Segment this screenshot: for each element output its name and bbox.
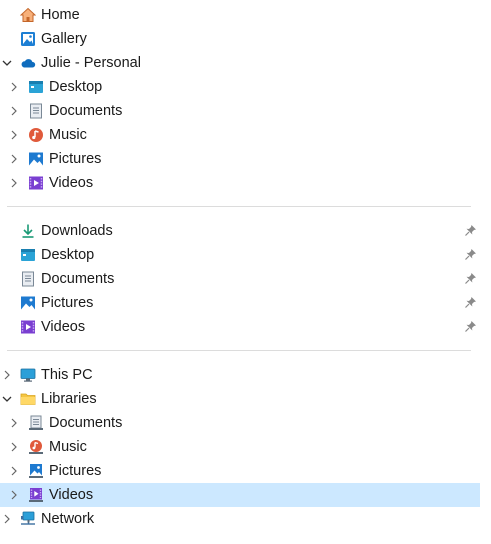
chevron-right-icon[interactable] [7, 416, 21, 430]
quick-access-documents[interactable]: Documents [0, 267, 480, 291]
nav-item-label: Desktop [49, 79, 103, 95]
section-divider [7, 206, 471, 207]
chevron-right-icon[interactable] [7, 464, 21, 478]
documents-folder-icon [28, 103, 44, 119]
nav-item-label: Videos [41, 319, 86, 335]
nav-item-label: Pictures [41, 295, 94, 311]
nav-item-this-pc[interactable]: This PC [0, 363, 480, 387]
nav-item-label: Documents [49, 103, 123, 119]
nav-item-onedrive-videos[interactable]: Videos [0, 171, 480, 195]
navigation-pane: Home Gallery Julie - Personal Desktop Do… [0, 0, 484, 544]
quick-access-desktop[interactable]: Desktop [0, 243, 480, 267]
nav-item-label: Music [49, 439, 87, 455]
nav-item-label: Pictures [49, 463, 102, 479]
nav-item-label: Network [41, 511, 95, 527]
pin-icon[interactable] [464, 224, 477, 237]
nav-item-library-videos[interactable]: Videos [0, 483, 480, 507]
nav-item-home[interactable]: Home [0, 3, 480, 27]
nav-item-label: Home [41, 7, 80, 23]
pin-icon[interactable] [464, 272, 477, 285]
music-library-icon [28, 439, 44, 455]
chevron-right-icon[interactable] [7, 80, 21, 94]
videos-folder-icon [28, 175, 44, 191]
nav-item-label: Videos [49, 175, 94, 191]
chevron-right-icon[interactable] [0, 512, 14, 526]
videos-folder-icon [20, 319, 36, 335]
nav-item-library-music[interactable]: Music [0, 435, 480, 459]
nav-item-library-pictures[interactable]: Pictures [0, 459, 480, 483]
nav-item-library-documents[interactable]: Documents [0, 411, 480, 435]
nav-item-onedrive-music[interactable]: Music [0, 123, 480, 147]
chevron-right-icon[interactable] [7, 488, 21, 502]
chevron-down-icon[interactable] [0, 56, 14, 70]
nav-item-label: Gallery [41, 31, 87, 47]
desktop-folder-icon [28, 79, 44, 95]
nav-item-onedrive-desktop[interactable]: Desktop [0, 75, 480, 99]
pictures-folder-icon [20, 295, 36, 311]
nav-item-network[interactable]: Network [0, 507, 480, 531]
pin-icon[interactable] [464, 296, 477, 309]
chevron-right-icon[interactable] [0, 368, 14, 382]
pictures-folder-icon [28, 151, 44, 167]
network-icon [20, 511, 36, 527]
gallery-icon [20, 31, 36, 47]
quick-access-videos[interactable]: Videos [0, 315, 480, 339]
nav-item-label: Downloads [41, 223, 113, 239]
chevron-down-icon[interactable] [0, 392, 14, 406]
music-folder-icon [28, 127, 44, 143]
nav-item-julie-personal[interactable]: Julie - Personal [0, 51, 480, 75]
documents-folder-icon [20, 271, 36, 287]
nav-item-onedrive-documents[interactable]: Documents [0, 99, 480, 123]
nav-item-onedrive-pictures[interactable]: Pictures [0, 147, 480, 171]
chevron-right-icon[interactable] [7, 104, 21, 118]
desktop-folder-icon [20, 247, 36, 263]
nav-item-libraries[interactable]: Libraries [0, 387, 480, 411]
downloads-icon [20, 223, 36, 239]
nav-item-gallery[interactable]: Gallery [0, 27, 480, 51]
pane-scrollbar-track[interactable] [487, 0, 491, 544]
this-pc-icon [20, 367, 36, 383]
nav-item-label: Pictures [49, 151, 102, 167]
section-divider [7, 350, 471, 351]
home-icon [20, 7, 36, 23]
nav-item-label: Desktop [41, 247, 95, 263]
nav-item-label: Libraries [41, 391, 97, 407]
quick-access-downloads[interactable]: Downloads [0, 219, 480, 243]
libraries-folder-icon [20, 391, 36, 407]
nav-item-label: Videos [49, 487, 94, 503]
documents-library-icon [28, 415, 44, 431]
pictures-library-icon [28, 463, 44, 479]
chevron-right-icon[interactable] [7, 440, 21, 454]
chevron-right-icon[interactable] [7, 176, 21, 190]
nav-item-label: Julie - Personal [41, 55, 141, 71]
pin-icon[interactable] [464, 320, 477, 333]
quick-access-pictures[interactable]: Pictures [0, 291, 480, 315]
pin-icon[interactable] [464, 248, 477, 261]
nav-item-label: This PC [41, 367, 93, 383]
onedrive-cloud-icon [20, 55, 36, 71]
nav-item-label: Documents [41, 271, 115, 287]
videos-library-icon [28, 487, 44, 503]
chevron-right-icon[interactable] [7, 128, 21, 142]
nav-item-label: Documents [49, 415, 123, 431]
chevron-right-icon[interactable] [7, 152, 21, 166]
nav-item-label: Music [49, 127, 87, 143]
